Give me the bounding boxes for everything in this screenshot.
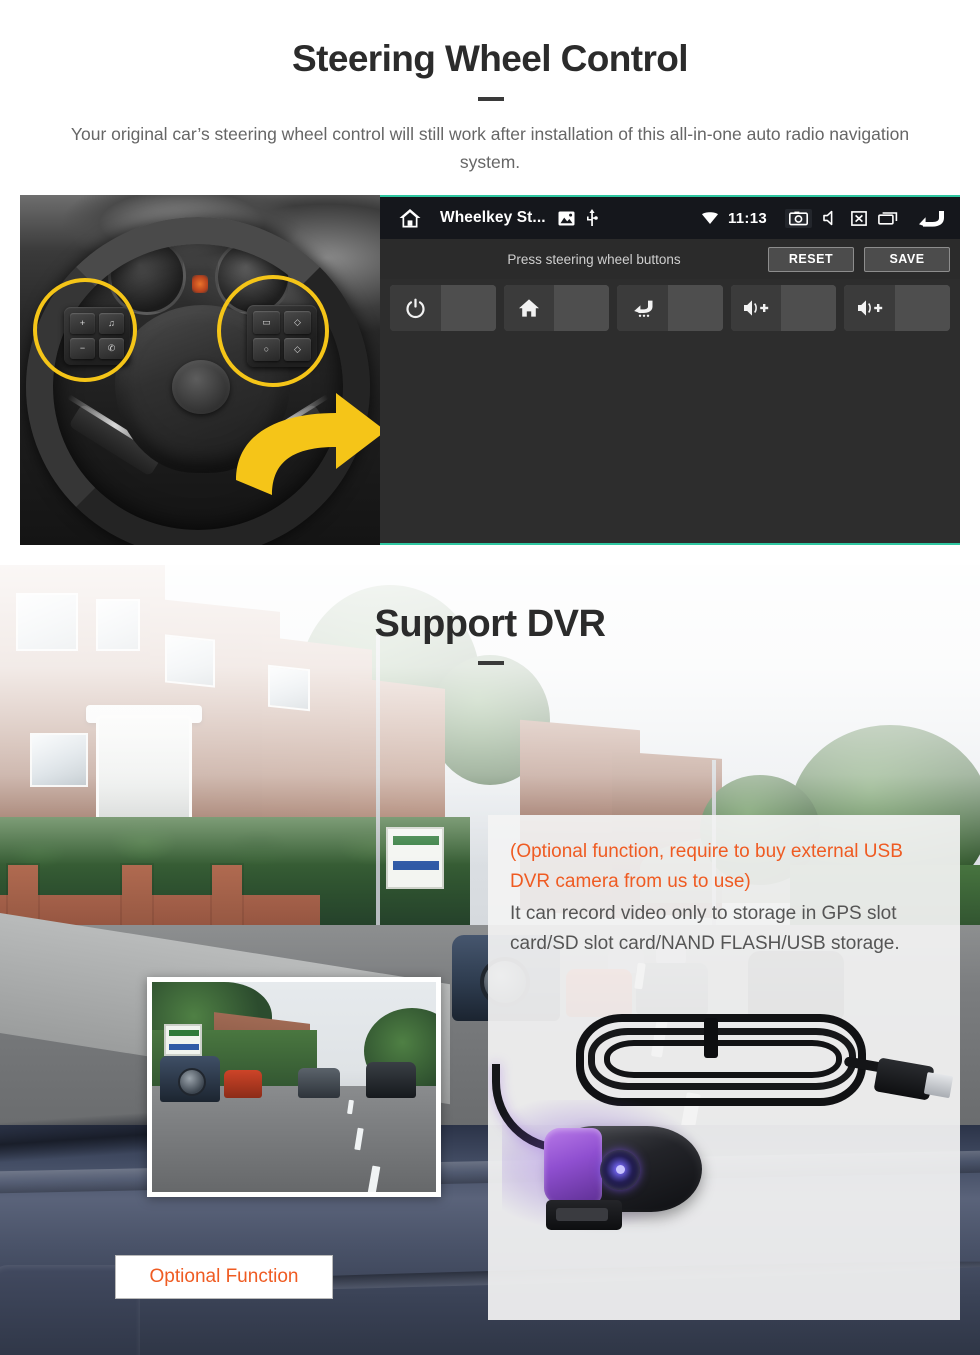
optional-notice-text: (Optional function, require to buy exter… <box>510 841 903 892</box>
highlight-ring-left <box>33 278 137 382</box>
save-button[interactable]: SAVE <box>864 246 950 272</box>
preview-car <box>224 1070 262 1098</box>
key-cell-value <box>440 285 496 331</box>
reset-button[interactable]: RESET <box>768 246 854 272</box>
yellow-arrow-icon <box>236 393 380 495</box>
page-title: Steering Wheel Control <box>292 38 688 79</box>
section-title-divider <box>478 661 504 665</box>
media-row: + ♫ − ✆ ▭ ◇ ○ ◇ Wheelkey St... 11:13 Pre… <box>20 195 960 545</box>
key-mapping-row <box>390 285 950 331</box>
title-divider <box>478 97 504 101</box>
section-title: Support DVR <box>374 603 606 645</box>
key-cell-value <box>554 285 610 331</box>
preview-road <box>152 1086 436 1192</box>
key-cell-value <box>667 285 723 331</box>
volume-up-icon <box>730 285 782 331</box>
key-cell-home[interactable] <box>503 285 610 331</box>
back-icon[interactable] <box>918 208 946 228</box>
steering-wheel-photo: + ♫ − ✆ ▭ ◇ ○ ◇ <box>20 195 380 545</box>
airbag-emblem <box>172 360 230 414</box>
camera-lens <box>600 1150 640 1190</box>
cable-tie <box>704 1018 718 1058</box>
screen-off-icon[interactable] <box>851 210 867 226</box>
steering-wheel-control-section: Steering Wheel Control Your original car… <box>0 0 980 560</box>
dashcam-preview-inset <box>147 977 441 1197</box>
optional-function-button[interactable]: Optional Function <box>115 1255 333 1299</box>
key-cell-volume-up-1[interactable] <box>730 285 837 331</box>
volume-up-icon <box>844 285 896 331</box>
android-status-bar: Wheelkey St... 11:13 <box>380 197 960 239</box>
highlight-ring-right <box>217 275 329 387</box>
home-icon <box>503 285 555 331</box>
recents-icon[interactable] <box>878 211 898 225</box>
app-title: Wheelkey St... <box>440 209 546 226</box>
preview-sign <box>164 1024 202 1056</box>
page-subtitle: Your original car’s steering wheel contr… <box>70 124 910 172</box>
preview-car <box>160 1056 220 1102</box>
preview-car <box>298 1068 340 1098</box>
wheelkey-toolbar: Press steering wheel buttons RESET SAVE <box>380 239 960 279</box>
mute-icon[interactable] <box>823 210 840 226</box>
key-cell-back[interactable] <box>617 285 723 331</box>
key-cell-value <box>895 285 950 331</box>
key-cell-volume-up-2[interactable] <box>844 285 950 331</box>
back-icon <box>617 285 668 331</box>
usb-icon <box>586 209 598 227</box>
screen-bottom-accent-line <box>380 543 960 545</box>
dvr-info-panel: (Optional function, require to buy exter… <box>488 815 960 1320</box>
key-cell-value <box>781 285 837 331</box>
support-dvr-section: Support DVR (Optional function, require … <box>0 565 980 1355</box>
head-unit-screen: Wheelkey St... 11:13 Press steering whee… <box>380 195 960 545</box>
power-icon <box>390 285 441 331</box>
home-icon[interactable] <box>392 207 422 229</box>
camera-mount-bracket <box>546 1200 622 1230</box>
status-time: 11:13 <box>727 209 767 227</box>
wifi-icon <box>701 211 719 225</box>
usb-dvr-camera-image <box>488 1000 960 1250</box>
key-cell-power[interactable] <box>390 285 496 331</box>
screenshot-icon[interactable] <box>785 208 812 228</box>
instruction-text: Press steering wheel buttons <box>507 251 681 267</box>
image-icon <box>558 211 575 226</box>
preview-car <box>366 1062 416 1098</box>
camera-barrel <box>544 1128 602 1204</box>
product-feature-page: Steering Wheel Control Your original car… <box>0 0 980 1355</box>
camera-cable-coil <box>604 1040 842 1078</box>
usb-connector <box>873 1057 935 1101</box>
storage-description-text: It can record video only to storage in G… <box>510 903 900 954</box>
